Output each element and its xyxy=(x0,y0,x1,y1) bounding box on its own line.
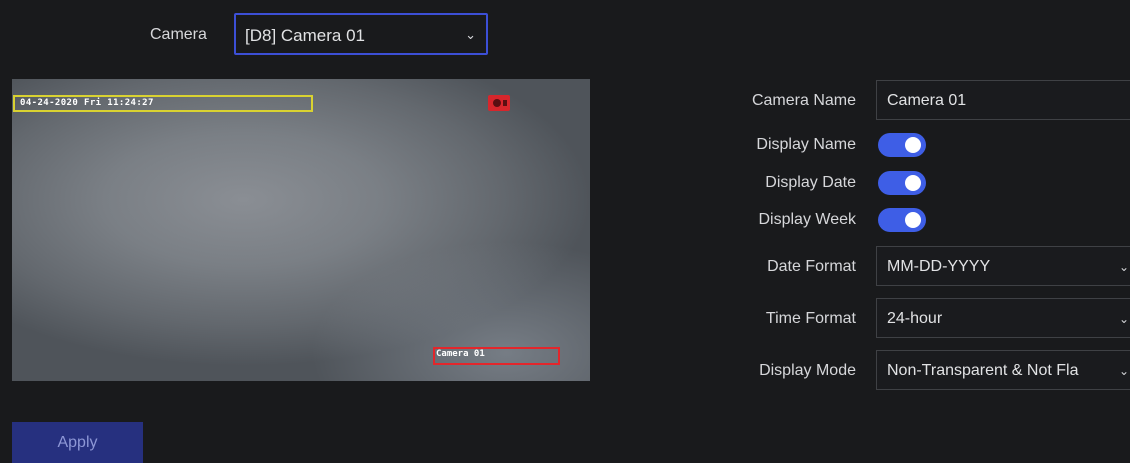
camera-preview[interactable]: 04-24-2020 Fri 11:24:27 Camera 01 xyxy=(12,79,590,381)
display-mode-value: Non-Transparent & Not Fla xyxy=(887,362,1079,379)
chevron-down-icon: ⌄ xyxy=(1118,364,1129,378)
time-format-value: 24-hour xyxy=(887,310,943,327)
display-mode-label: Display Mode xyxy=(759,362,856,379)
date-format-select[interactable]: MM-DD-YYYY ⌄ xyxy=(876,246,1130,286)
chevron-down-icon: ⌄ xyxy=(465,27,476,42)
date-format-value: MM-DD-YYYY xyxy=(887,258,991,275)
camera-name-label: Camera Name xyxy=(751,92,856,109)
osd-camera-name-box[interactable]: Camera 01 xyxy=(433,347,560,365)
apply-button[interactable]: Apply xyxy=(12,422,143,463)
display-mode-select[interactable]: Non-Transparent & Not Fla ⌄ xyxy=(876,350,1130,390)
display-week-toggle[interactable] xyxy=(878,208,926,232)
chevron-down-icon: ⌄ xyxy=(1118,260,1129,274)
camera-name-input[interactable]: Camera 01 xyxy=(876,80,1130,120)
date-format-label: Date Format xyxy=(767,258,856,275)
camera-name-value: Camera 01 xyxy=(887,92,967,109)
osd-datetime-text: 04-24-2020 Fri 11:24:27 xyxy=(20,98,154,108)
display-date-label: Display Date xyxy=(765,174,856,191)
osd-settings-panel: Camera [D8] Camera 01 ⌄ 04-24-2020 Fri 1… xyxy=(0,0,1130,463)
toggle-knob xyxy=(905,212,921,228)
toggle-knob xyxy=(905,175,921,191)
chevron-down-icon: ⌄ xyxy=(1118,312,1129,326)
display-week-label: Display Week xyxy=(758,211,856,228)
time-format-label: Time Format xyxy=(765,310,856,327)
camera-label: Camera xyxy=(150,26,207,43)
display-date-toggle[interactable] xyxy=(878,171,926,195)
toggle-knob xyxy=(905,137,921,153)
camera-select-value: [D8] Camera 01 xyxy=(245,26,365,45)
record-icon xyxy=(488,95,510,111)
camera-select[interactable]: [D8] Camera 01 ⌄ xyxy=(234,13,488,55)
time-format-select[interactable]: 24-hour ⌄ xyxy=(876,298,1130,338)
display-name-label: Display Name xyxy=(756,136,856,153)
osd-datetime-box[interactable]: 04-24-2020 Fri 11:24:27 xyxy=(13,95,313,112)
display-name-toggle[interactable] xyxy=(878,133,926,157)
osd-camera-name-text: Camera 01 xyxy=(436,349,485,359)
